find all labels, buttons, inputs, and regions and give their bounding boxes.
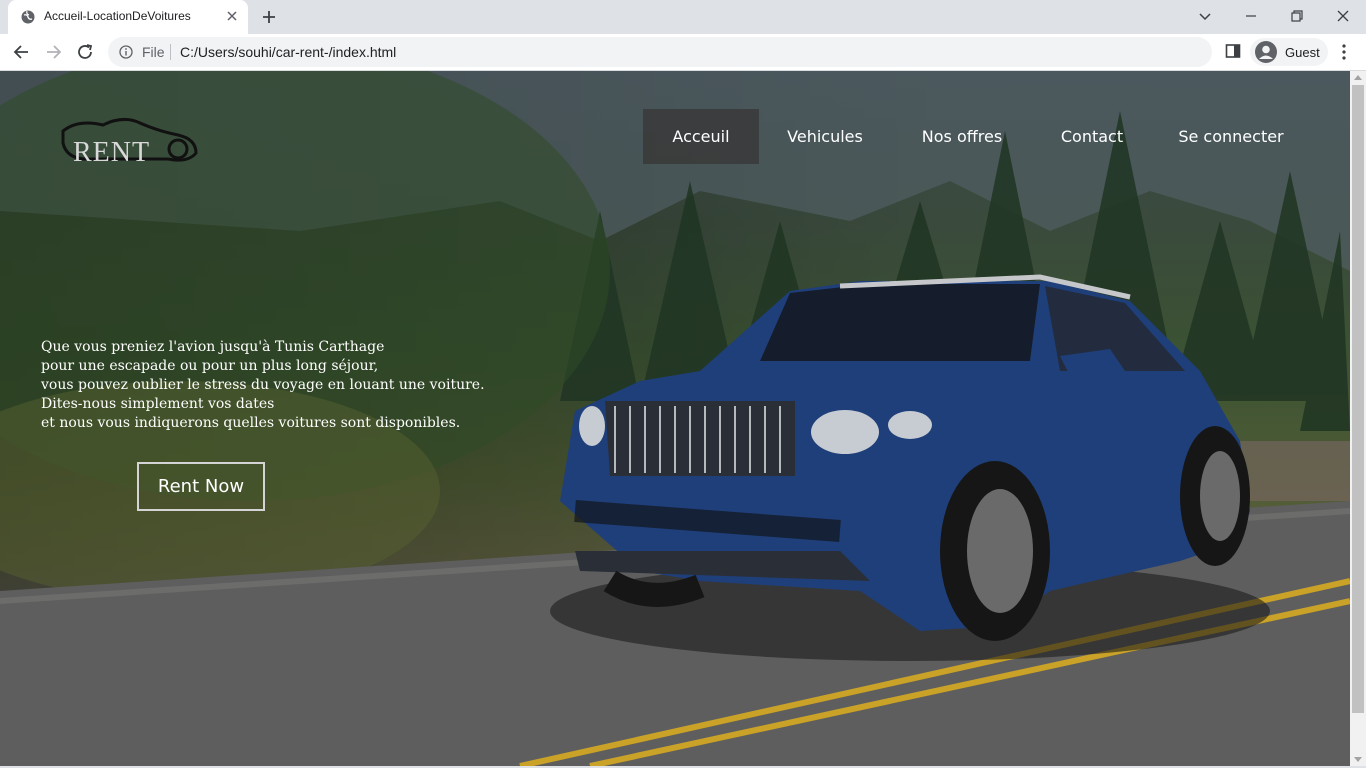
reload-icon[interactable] <box>76 43 96 61</box>
side-panel-icon[interactable] <box>1225 43 1241 59</box>
scroll-up-arrow-icon[interactable] <box>1354 75 1362 80</box>
logo-wordmark: RENT <box>73 137 151 168</box>
address-bar[interactable]: File C:/Users/souhi/car-rent-/index.html <box>108 37 1212 67</box>
new-tab-icon[interactable] <box>260 8 278 26</box>
info-icon[interactable] <box>119 45 133 59</box>
nav-item-nos-offres[interactable]: Nos offres <box>906 109 1018 164</box>
browser-toolbar: File C:/Users/souhi/car-rent-/index.html… <box>0 34 1366 71</box>
scrollbar-thumb[interactable] <box>1352 85 1364 713</box>
close-window-icon[interactable] <box>1333 6 1353 26</box>
close-tab-icon[interactable] <box>225 9 239 23</box>
tagline-line: Dites-nous simplement vos dates <box>41 396 275 412</box>
nav-item-vehicules[interactable]: Vehicules <box>773 109 877 164</box>
profile-button[interactable]: Guest <box>1250 38 1328 66</box>
restore-icon[interactable] <box>1287 6 1307 26</box>
tab-strip: Accueil-LocationDeVoitures <box>0 0 1366 34</box>
hero-tagline: Que vous preniez l'avion jusqu'à Tunis C… <box>41 338 485 433</box>
nav-item-se-connecter[interactable]: Se connecter <box>1166 109 1296 164</box>
address-url[interactable]: C:/Users/souhi/car-rent-/index.html <box>180 44 396 60</box>
page-scrollbar[interactable] <box>1350 71 1366 766</box>
minimize-icon[interactable] <box>1241 6 1261 26</box>
rent-now-button[interactable]: Rent Now <box>137 462 265 511</box>
tagline-line: pour une escapade ou pour un plus long s… <box>41 358 379 374</box>
nav-item-acceuil[interactable]: Acceuil <box>643 109 759 164</box>
tagline-line: Que vous preniez l'avion jusqu'à Tunis C… <box>41 339 385 355</box>
avatar-icon <box>1255 41 1277 63</box>
address-separator <box>170 44 171 60</box>
globe-icon <box>21 10 35 24</box>
tagline-line: vous pouvez oublier le stress du voyage … <box>41 377 485 393</box>
menu-kebab-icon[interactable] <box>1336 43 1352 61</box>
address-scheme-label: File <box>142 44 165 60</box>
tab-title: Accueil-LocationDeVoitures <box>44 9 191 23</box>
tagline-line: et nous vous indiquerons quelles voiture… <box>41 415 461 431</box>
browser-tab[interactable]: Accueil-LocationDeVoitures <box>8 0 248 34</box>
profile-label: Guest <box>1285 45 1320 60</box>
nav-item-contact[interactable]: Contact <box>1048 109 1136 164</box>
back-icon[interactable] <box>12 43 32 61</box>
scroll-down-arrow-icon[interactable] <box>1354 757 1362 762</box>
site-logo[interactable]: RENT <box>58 113 203 171</box>
forward-icon[interactable] <box>43 43 63 61</box>
hero-section: RENT Acceuil Vehicules Nos offres Contac… <box>0 71 1350 766</box>
tab-search-chevron-icon[interactable] <box>1195 6 1215 26</box>
